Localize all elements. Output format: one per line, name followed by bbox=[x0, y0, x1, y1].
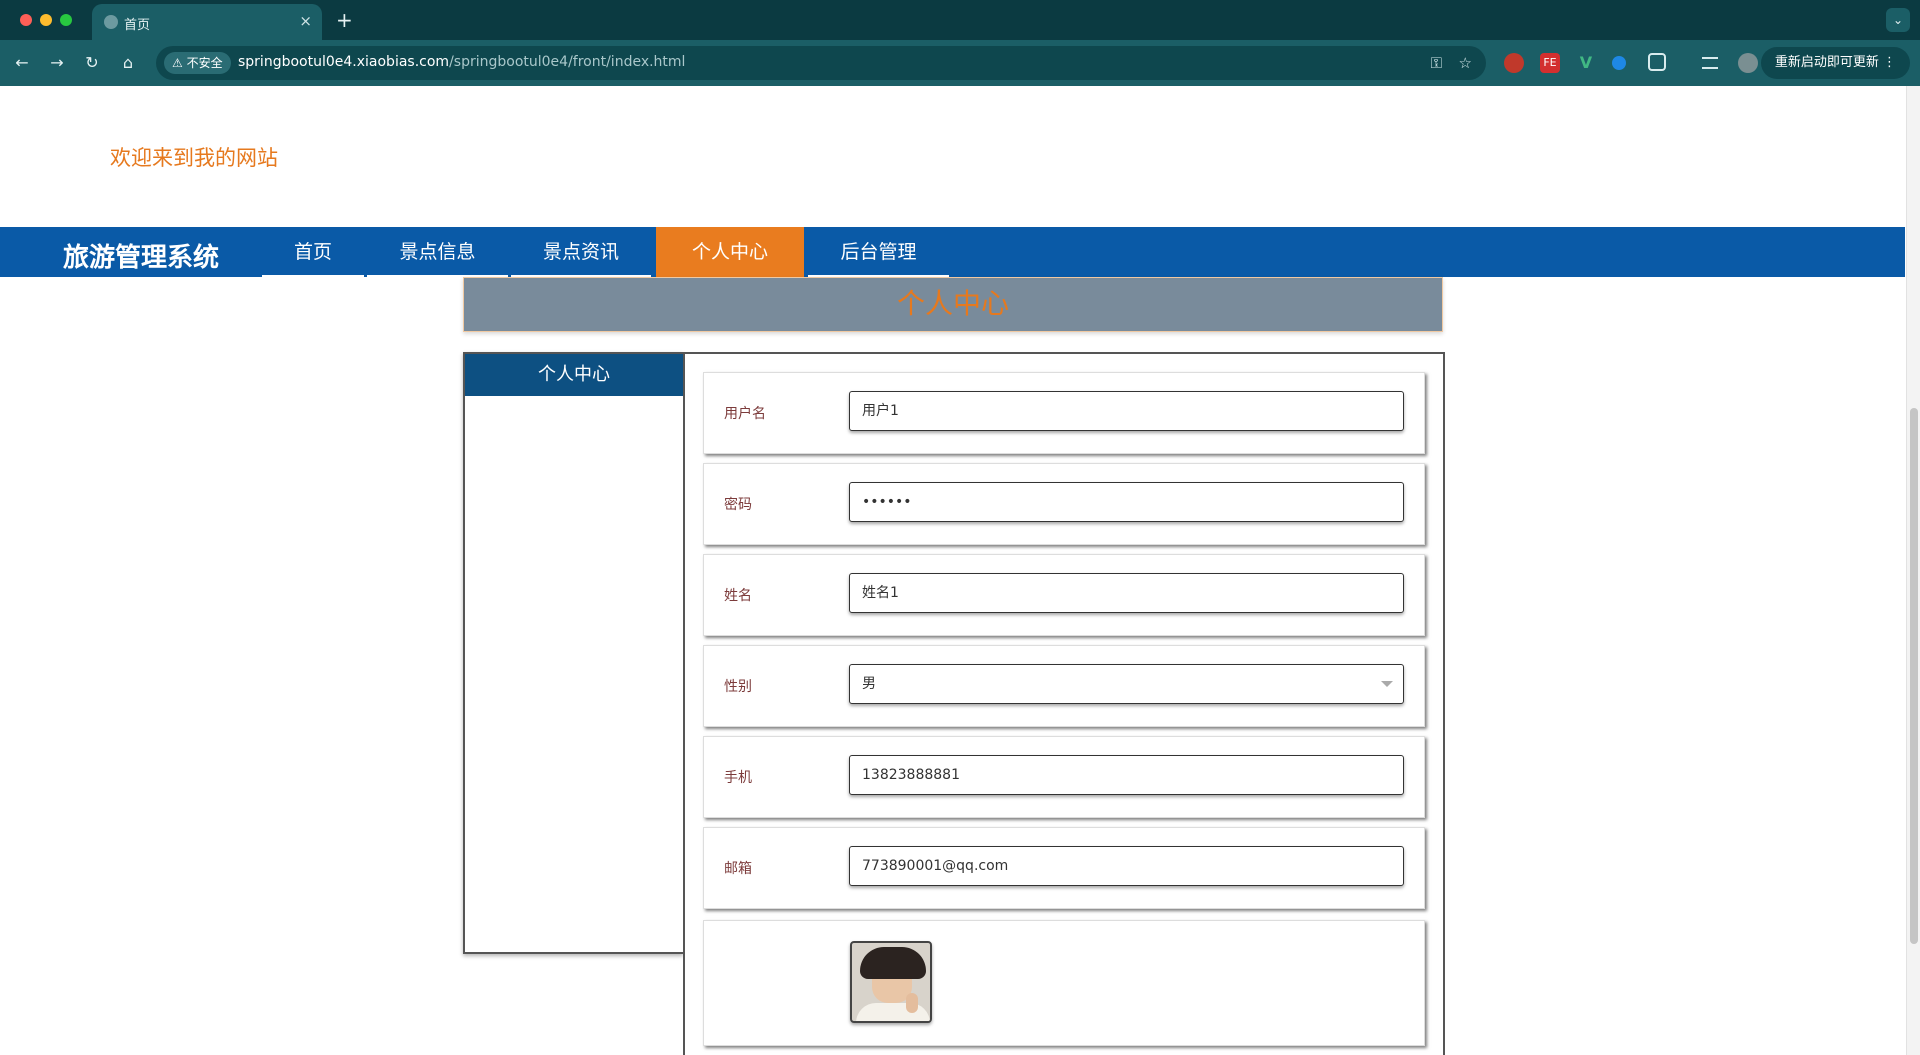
username-row: 用户名 用户1 bbox=[703, 372, 1425, 454]
username-label: 用户名 bbox=[724, 406, 766, 422]
restart-update-button[interactable]: 重新启动即可更新 ⋮ bbox=[1760, 47, 1910, 79]
browser-toolbar: ← → ↻ ⌂ ⚠ 不安全 springbootul0e4.xiaobias.c… bbox=[0, 40, 1920, 86]
chevron-down-icon bbox=[1381, 681, 1393, 687]
site-brand[interactable]: 旅游管理系统 bbox=[63, 237, 219, 274]
chevron-down-icon[interactable]: ⌄ bbox=[1886, 8, 1910, 32]
gender-select[interactable]: 男 bbox=[849, 664, 1404, 704]
phone-label: 手机 bbox=[724, 770, 752, 786]
browser-tab-bar: 首页 × + ⌄ bbox=[0, 0, 1920, 40]
security-indicator[interactable]: ⚠ 不安全 bbox=[164, 52, 231, 74]
gender-label: 性别 bbox=[724, 679, 752, 695]
scrollbar-thumb[interactable] bbox=[1910, 408, 1918, 944]
password-input[interactable]: •••••• bbox=[849, 482, 1404, 522]
fe-extension-icon[interactable]: FE bbox=[1540, 53, 1560, 73]
sidebar-item-personal[interactable]: 个人中心 bbox=[465, 354, 683, 396]
vue-extension-icon[interactable]: V bbox=[1576, 53, 1596, 73]
nav-home[interactable]: 首页 bbox=[262, 227, 364, 277]
name-label: 姓名 bbox=[724, 588, 752, 604]
gender-row: 性别 男 bbox=[703, 645, 1425, 727]
star-icon[interactable]: ☆ bbox=[1459, 54, 1472, 72]
address-bar[interactable]: ⚠ 不安全 springbootul0e4.xiaobias.com/sprin… bbox=[156, 46, 1486, 80]
globe-icon bbox=[104, 15, 118, 29]
avatar-row bbox=[703, 920, 1425, 1046]
reading-list-icon[interactable] bbox=[1702, 57, 1718, 69]
nav-admin[interactable]: 后台管理 bbox=[808, 227, 949, 277]
welcome-text: 欢迎来到我的网站 bbox=[110, 146, 278, 170]
page-scrollbar[interactable] bbox=[1906, 86, 1920, 1055]
close-window-button[interactable] bbox=[20, 14, 32, 26]
minimize-window-button[interactable] bbox=[40, 14, 52, 26]
new-tab-button[interactable]: + bbox=[336, 8, 353, 32]
avatar-icon[interactable] bbox=[1738, 53, 1758, 73]
password-label: 密码 bbox=[724, 497, 752, 513]
page-title: 个人中心 bbox=[896, 287, 1009, 320]
name-input[interactable]: 姓名1 bbox=[849, 573, 1404, 613]
home-button[interactable]: ⌂ bbox=[116, 51, 140, 75]
back-button[interactable]: ← bbox=[10, 51, 34, 75]
puzzle-icon[interactable] bbox=[1648, 53, 1666, 71]
username-input[interactable]: 用户1 bbox=[849, 391, 1404, 431]
gender-value: 男 bbox=[862, 676, 876, 692]
nav-spots[interactable]: 景点信息 bbox=[367, 227, 508, 277]
main-nav: 旅游管理系统 首页 景点信息 景点资讯 个人中心 后台管理 bbox=[0, 227, 1905, 277]
browser-tab[interactable]: 首页 × bbox=[92, 4, 322, 40]
email-row: 邮箱 773890001@qq.com bbox=[703, 827, 1425, 909]
pin-extension-icon[interactable] bbox=[1612, 56, 1626, 70]
email-label: 邮箱 bbox=[724, 861, 752, 877]
url-text[interactable]: springbootul0e4.xiaobias.com/springbootu… bbox=[238, 54, 685, 70]
nav-personal[interactable]: 个人中心 bbox=[656, 227, 804, 277]
key-icon[interactable]: ⚿ bbox=[1431, 54, 1442, 72]
profile-form: 用户名 用户1 密码 •••••• 姓名 姓名1 性别 男 手机 1382388… bbox=[683, 352, 1445, 1055]
forward-button[interactable]: → bbox=[45, 51, 69, 75]
tab-title: 首页 bbox=[124, 18, 151, 33]
reload-button[interactable]: ↻ bbox=[80, 51, 104, 75]
avatar[interactable] bbox=[850, 941, 932, 1023]
phone-row: 手机 13823888881 bbox=[703, 736, 1425, 818]
page-banner: 个人中心 bbox=[463, 277, 1443, 332]
extension-icon[interactable] bbox=[1504, 53, 1524, 73]
password-row: 密码 •••••• bbox=[703, 463, 1425, 545]
sidebar: 个人中心 bbox=[463, 352, 683, 954]
email-input[interactable]: 773890001@qq.com bbox=[849, 846, 1404, 886]
nav-news[interactable]: 景点资讯 bbox=[511, 227, 651, 277]
web-page: 欢迎来到我的网站 旅游管理系统 首页 景点信息 景点资讯 个人中心 后台管理 个… bbox=[0, 86, 1920, 1055]
close-icon[interactable]: × bbox=[299, 12, 312, 30]
maximize-window-button[interactable] bbox=[60, 14, 72, 26]
name-row: 姓名 姓名1 bbox=[703, 554, 1425, 636]
phone-input[interactable]: 13823888881 bbox=[849, 755, 1404, 795]
